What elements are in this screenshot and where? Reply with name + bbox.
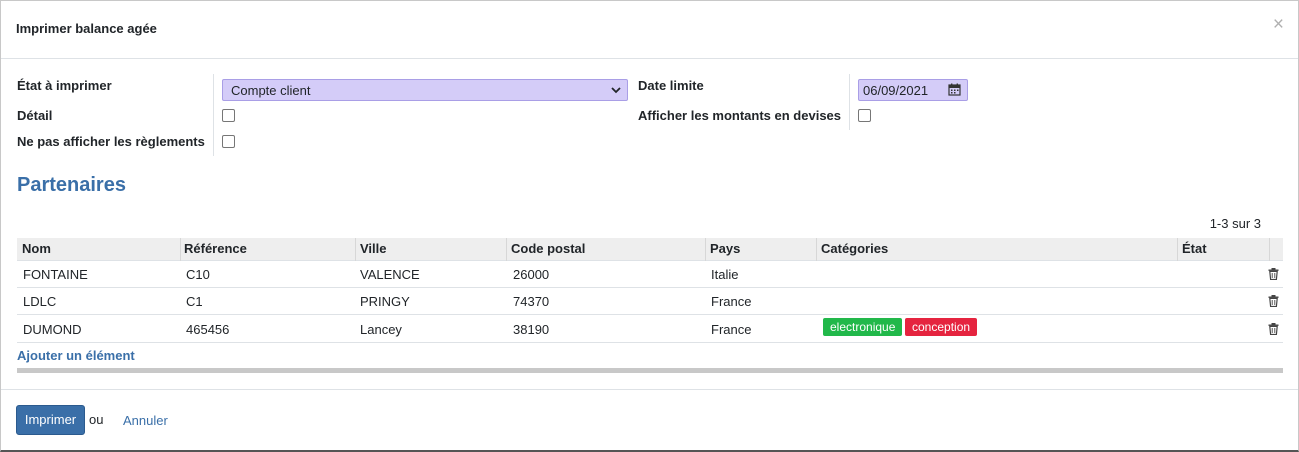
state-select-value: Compte client xyxy=(231,83,311,98)
currency-label: Afficher les montants en devises xyxy=(638,108,842,123)
cell-name: LDLC xyxy=(23,294,57,309)
partners-section-title: Partenaires xyxy=(17,174,126,196)
cell-reference: 465456 xyxy=(186,322,230,337)
date-limit-value: 06/09/2021 xyxy=(863,83,929,98)
cell-name: DUMOND xyxy=(23,322,82,337)
table-row[interactable]: FONTAINE C10 VALENCE 26000 Italie xyxy=(17,261,1283,288)
category-tag-conception[interactable]: conception xyxy=(905,318,978,336)
currency-checkbox[interactable] xyxy=(858,109,871,122)
category-tag-electronique[interactable]: electronique xyxy=(823,318,903,336)
column-separator[interactable] xyxy=(705,238,706,261)
cell-country: Italie xyxy=(711,267,739,282)
calendar-icon[interactable] xyxy=(948,83,961,96)
table-header: Nom Référence Ville Code postal Pays Cat… xyxy=(17,238,1283,261)
column-header-zip[interactable]: Code postal xyxy=(511,241,585,256)
column-header-city[interactable]: Ville xyxy=(360,241,387,256)
cell-zip: 26000 xyxy=(513,267,550,282)
cell-city: Lancey xyxy=(360,322,402,337)
partners-table: Nom Référence Ville Code postal Pays Cat… xyxy=(17,238,1283,343)
detail-checkbox[interactable] xyxy=(222,109,235,122)
cell-reference: C1 xyxy=(186,294,203,309)
cell-name: FONTAINE xyxy=(23,267,88,282)
hide-payments-label: Ne pas afficher les règlements xyxy=(17,134,205,149)
column-separator[interactable] xyxy=(355,238,356,261)
form-separator-left xyxy=(213,74,214,156)
date-limit-label: Date limite xyxy=(638,78,704,93)
pager-value[interactable]: 1-3 sur 3 xyxy=(1210,216,1261,231)
dialog-title: Imprimer balance agée xyxy=(16,21,157,36)
dialog-footer: Imprimer ou Annuler xyxy=(1,389,1298,451)
close-icon[interactable]: × xyxy=(1273,15,1284,34)
form-separator-right xyxy=(849,74,850,130)
cell-reference: C10 xyxy=(186,267,210,282)
trash-icon[interactable] xyxy=(1268,295,1279,307)
column-separator[interactable] xyxy=(180,238,181,261)
column-header-reference[interactable]: Référence xyxy=(184,241,247,256)
table-row[interactable]: DUMOND 465456 Lancey 38190 France electr… xyxy=(17,315,1283,343)
dialog-header: Imprimer balance agée × xyxy=(1,1,1298,59)
cell-country: France xyxy=(711,322,752,337)
column-separator[interactable] xyxy=(506,238,507,261)
cell-country: France xyxy=(711,294,752,309)
or-text: ou xyxy=(89,412,104,427)
hide-payments-checkbox[interactable] xyxy=(222,135,235,148)
trash-icon[interactable] xyxy=(1268,268,1279,280)
cancel-link[interactable]: Annuler xyxy=(123,413,168,428)
horizontal-scrollbar[interactable] xyxy=(17,368,1283,373)
print-aged-balance-dialog: Imprimer balance agée × État à imprimer … xyxy=(0,0,1299,452)
column-header-categories[interactable]: Catégories xyxy=(821,241,888,256)
cell-zip: 74370 xyxy=(513,294,550,309)
detail-label: Détail xyxy=(17,108,53,123)
state-select[interactable]: Compte client xyxy=(222,79,628,101)
column-separator[interactable] xyxy=(1177,238,1178,261)
column-header-state[interactable]: État xyxy=(1182,241,1207,256)
cell-city: VALENCE xyxy=(360,267,420,282)
column-header-name[interactable]: Nom xyxy=(22,241,51,256)
state-label: État à imprimer xyxy=(17,78,112,93)
column-header-country[interactable]: Pays xyxy=(710,241,740,256)
table-row[interactable]: LDLC C1 PRINGY 74370 France xyxy=(17,288,1283,315)
cell-zip: 38190 xyxy=(513,322,550,337)
date-limit-input[interactable]: 06/09/2021 xyxy=(858,79,968,101)
column-separator xyxy=(1269,238,1270,261)
column-separator[interactable] xyxy=(816,238,817,261)
print-button[interactable]: Imprimer xyxy=(16,405,85,435)
chevron-down-icon xyxy=(611,87,621,94)
cell-city: PRINGY xyxy=(360,294,410,309)
add-line-link[interactable]: Ajouter un élément xyxy=(17,348,135,363)
trash-icon[interactable] xyxy=(1268,323,1279,335)
